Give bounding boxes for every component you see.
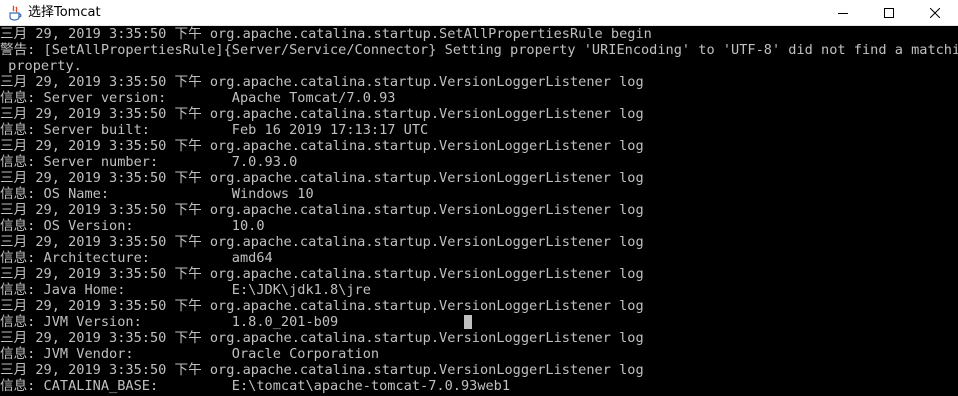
minimize-icon <box>838 13 848 14</box>
console-line: property. <box>0 58 82 74</box>
text-cursor <box>464 315 472 329</box>
console-line: 三月 29, 2019 3:35:50 下午 org.apache.catali… <box>0 362 644 378</box>
console-window: 选择Tomcat 三月 29, 2019 3:35:50 下午 org.apac… <box>0 0 958 396</box>
console-line: 信息: Server built: Feb 16 2019 17:13:17 U… <box>0 122 429 138</box>
console-line: 警告: [SetAllPropertiesRule]{Server/Servic… <box>0 42 958 58</box>
console-line: 信息: Architecture: amd64 <box>0 250 273 266</box>
console-line: 信息: JVM Version: 1.8.0_201-b09 <box>0 314 339 330</box>
console-line: 三月 29, 2019 3:35:50 下午 org.apache.catali… <box>0 170 644 186</box>
console-line: 三月 29, 2019 3:35:50 下午 org.apache.catali… <box>0 26 652 42</box>
java-cup-icon <box>8 5 22 21</box>
console-output[interactable]: 三月 29, 2019 3:35:50 下午 org.apache.catali… <box>0 26 958 396</box>
console-line: 信息: OS Name: Windows 10 <box>0 186 314 202</box>
console-line: 三月 29, 2019 3:35:50 下午 org.apache.catali… <box>0 234 644 250</box>
console-line: 信息: OS Version: 10.0 <box>0 218 265 234</box>
console-line: 三月 29, 2019 3:35:50 下午 org.apache.catali… <box>0 74 644 90</box>
close-button[interactable] <box>912 0 958 26</box>
console-line: 三月 29, 2019 3:35:50 下午 org.apache.catali… <box>0 298 644 314</box>
console-line: 信息: Server number: 7.0.93.0 <box>0 154 298 170</box>
console-line: 三月 29, 2019 3:35:50 下午 org.apache.catali… <box>0 106 644 122</box>
maximize-button[interactable] <box>866 0 912 26</box>
console-line: 信息: JVM Vendor: Oracle Corporation <box>0 346 380 362</box>
console-line: 三月 29, 2019 3:35:50 下午 org.apache.catali… <box>0 330 644 346</box>
console-line: 信息: Java Home: E:\JDK\jdk1.8\jre <box>0 282 371 298</box>
console-line: 三月 29, 2019 3:35:50 下午 org.apache.catali… <box>0 202 644 218</box>
maximize-icon <box>884 8 894 18</box>
window-title: 选择Tomcat <box>28 4 101 20</box>
window-controls <box>820 0 958 26</box>
console-line: 信息: CATALINA_BASE: E:\tomcat\apache-tomc… <box>0 378 511 394</box>
close-icon <box>930 8 940 18</box>
title-bar[interactable]: 选择Tomcat <box>0 0 958 26</box>
minimize-button[interactable] <box>820 0 866 26</box>
console-line: 信息: Server version: Apache Tomcat/7.0.93 <box>0 90 396 106</box>
console-line: 三月 29, 2019 3:35:50 下午 org.apache.catali… <box>0 266 644 282</box>
console-line: 三月 29, 2019 3:35:50 下午 org.apache.catali… <box>0 138 644 154</box>
